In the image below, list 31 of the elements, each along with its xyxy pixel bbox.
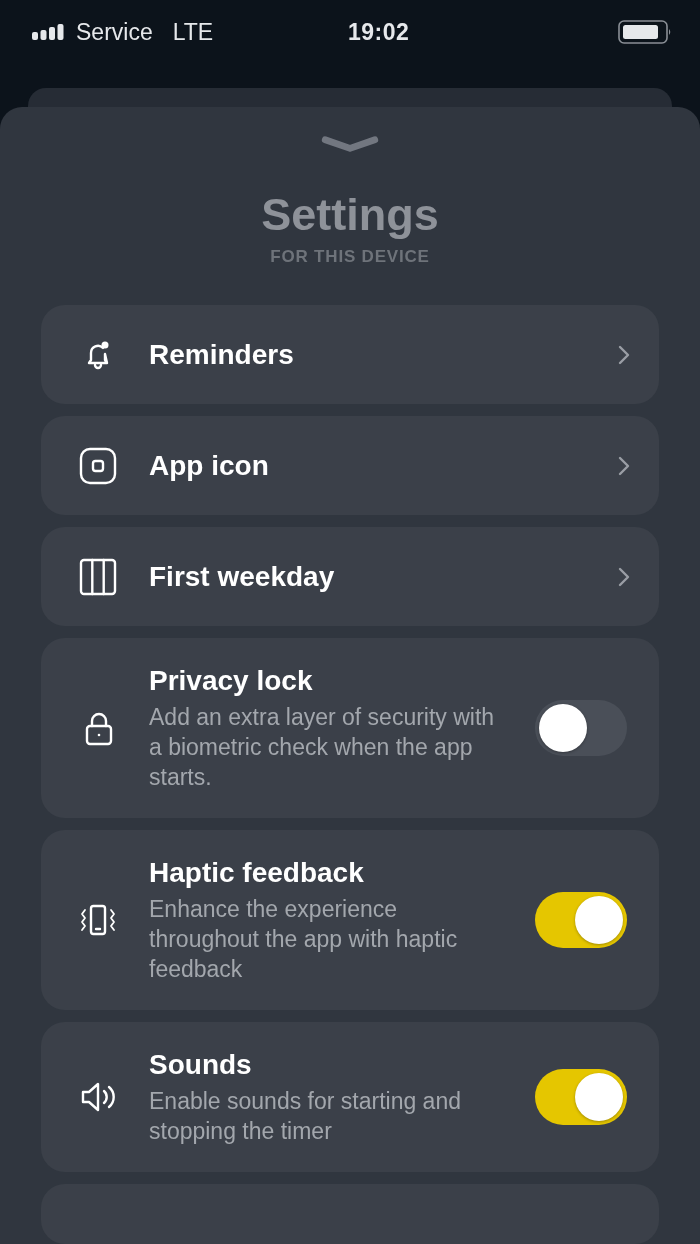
carrier-name: Service [76, 18, 153, 46]
toggle-switch[interactable] [535, 1069, 627, 1125]
sheet-subtitle: FOR THIS DEVICE [270, 247, 430, 267]
setting-label: First weekday [149, 559, 336, 594]
clock-time: 19:02 [348, 18, 411, 46]
setting-description: Add an extra layer of security with a biometric check when the app starts. [149, 703, 496, 792]
square-icon [79, 446, 117, 485]
columns-icon [79, 557, 117, 596]
settings-link-row[interactable]: App icon [41, 416, 659, 515]
settings-link-row[interactable]: Reminders [41, 305, 659, 404]
chevron-right-icon [617, 454, 631, 477]
setting-description: Enable sounds for starting and stopping the timer [149, 1087, 462, 1146]
setting-label: Reminders [149, 337, 295, 372]
settings-toggle-row[interactable]: Sounds Enable sounds for starting and stopping the timer [41, 1022, 659, 1172]
setting-label: Haptic feedback [149, 856, 365, 890]
signal-icon [32, 24, 64, 40]
chevron-right-icon [617, 565, 631, 588]
settings-link-row[interactable]: First weekday [41, 527, 659, 626]
sheet-title: Settings [261, 188, 439, 242]
chevron-down-icon[interactable] [320, 134, 380, 155]
network-type: LTE [172, 18, 214, 46]
settings-toggle-row[interactable]: Haptic feedback Enhance the experience throughout the app with haptic feedback [41, 830, 659, 1010]
toggle-switch[interactable] [535, 700, 627, 756]
toggle-switch[interactable] [535, 892, 627, 948]
setting-description: Enhance the experience throughout the app with haptic feedback [149, 895, 459, 984]
settings-toggle-row[interactable]: Privacy lock Add an extra layer of security with a biometric check when the app starts. [41, 638, 659, 818]
battery-icon [618, 20, 672, 44]
chevron-right-icon [617, 343, 631, 366]
setting-label: App icon [149, 448, 270, 483]
setting-label: Privacy lock [149, 664, 314, 698]
setting-label: Sounds [149, 1048, 253, 1082]
